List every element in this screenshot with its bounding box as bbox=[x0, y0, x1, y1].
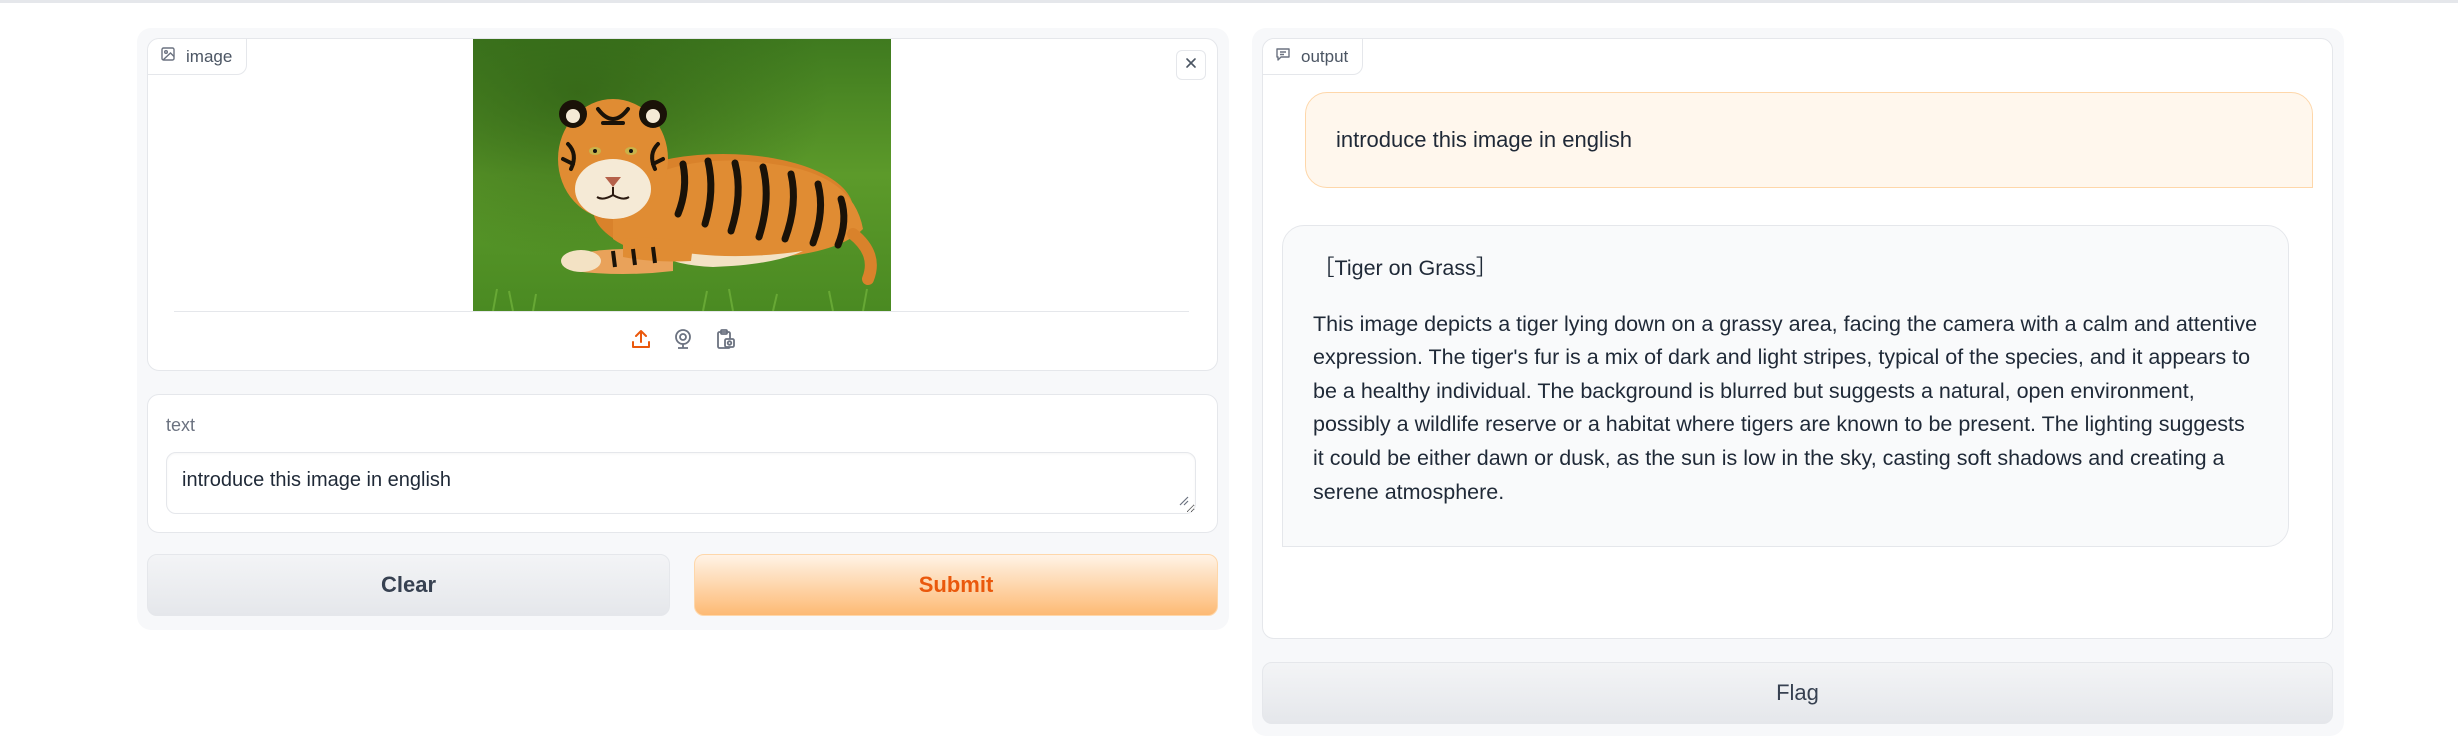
clear-button[interactable]: Clear bbox=[147, 554, 670, 616]
upload-icon bbox=[630, 328, 652, 355]
user-message-bubble: introduce this image in english bbox=[1305, 92, 2313, 188]
close-icon bbox=[1185, 56, 1197, 74]
clipboard-icon bbox=[714, 328, 736, 355]
output-block-label: output bbox=[1263, 39, 1364, 75]
webcam-source-button[interactable] bbox=[671, 328, 695, 355]
assistant-message-body: This image depicts a tiger lying down on… bbox=[1313, 311, 2258, 504]
clipboard-source-button[interactable] bbox=[713, 328, 737, 355]
submit-button[interactable]: Submit bbox=[694, 554, 1218, 616]
remove-image-button[interactable] bbox=[1176, 50, 1206, 80]
image-icon bbox=[160, 46, 176, 67]
top-border bbox=[0, 0, 2458, 3]
text-input-block: text introduce this image in english bbox=[147, 394, 1218, 533]
text-field-label: text bbox=[166, 415, 196, 435]
image-upload-block[interactable]: image bbox=[147, 38, 1218, 371]
output-column: output introduce this image in english ［… bbox=[1252, 28, 2344, 736]
assistant-message-bubble: ［Tiger on Grass］ This image depicts a ti… bbox=[1282, 225, 2289, 547]
prompt-textarea[interactable]: introduce this image in english bbox=[166, 452, 1196, 514]
upload-source-button[interactable] bbox=[629, 329, 653, 353]
output-label-text: output bbox=[1301, 46, 1349, 66]
image-divider bbox=[174, 311, 1189, 312]
image-label-text: image bbox=[186, 46, 233, 66]
image-block-label: image bbox=[148, 39, 248, 75]
image-source-selector bbox=[148, 328, 1217, 355]
webcam-icon bbox=[672, 328, 694, 355]
user-message-text: introduce this image in english bbox=[1336, 127, 1632, 152]
assistant-message-title: ［Tiger on Grass］ bbox=[1313, 256, 1498, 280]
chat-output-block: output introduce this image in english ［… bbox=[1262, 38, 2333, 639]
uploaded-tiger-image bbox=[473, 39, 891, 311]
chat-icon bbox=[1275, 46, 1291, 67]
flag-button[interactable]: Flag bbox=[1262, 662, 2333, 724]
input-column: image text introduce this image in engli… bbox=[137, 28, 1229, 630]
